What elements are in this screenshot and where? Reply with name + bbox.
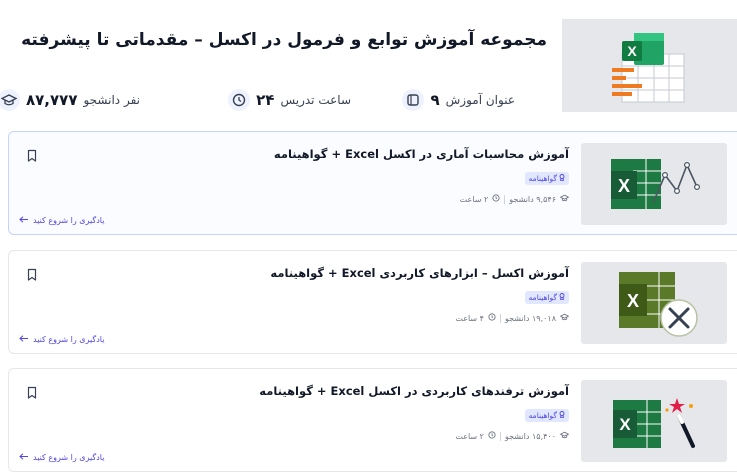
course-meta: ۹,۵۴۶ دانشجو ۲ ساعت xyxy=(459,194,570,204)
start-learning-link[interactable]: یادگیری را شروع کنید xyxy=(19,216,104,225)
course-duration: ۲ ساعت xyxy=(455,431,484,441)
course-card[interactable]: X آموزش محاسبات آماری در اکسل Excel + گو… xyxy=(8,131,737,235)
stat-value: ۸۷,۷۷۷ xyxy=(26,91,78,109)
excel-tools-icon: X xyxy=(619,272,698,337)
stat-hours: ۲۴ ساعت تدریس xyxy=(228,88,351,112)
certificate-badge: گواهینامه xyxy=(524,291,569,304)
clock-icon xyxy=(492,194,500,204)
stat-value: ۲۴ xyxy=(256,91,275,109)
clock-icon xyxy=(488,431,496,441)
clock-icon xyxy=(488,313,496,323)
collection-header: X مجموعه آموزش توابع و فرمول در اکسل – م… xyxy=(0,0,737,125)
certificate-badge: گواهینامه xyxy=(524,172,569,185)
student-count: ۱۵,۴۰۰ دانشجو xyxy=(504,431,556,441)
course-thumbnail: X xyxy=(581,380,727,462)
bookmark-icon[interactable] xyxy=(26,385,38,399)
start-learning-link[interactable]: یادگیری را شروع کنید xyxy=(19,453,104,462)
certificate-icon xyxy=(559,174,565,183)
stat-students: ۸۷,۷۷۷ نفر دانشجو xyxy=(0,88,140,112)
arrow-left-icon xyxy=(19,453,29,462)
course-title[interactable]: آموزش محاسبات آماری در اکسل Excel + گواه… xyxy=(274,147,569,161)
stat-label: ساعت تدریس xyxy=(280,93,351,107)
course-thumbnail: X xyxy=(581,143,727,225)
arrow-left-icon xyxy=(19,335,29,344)
student-count: ۱۹,۰۱۸ دانشجو xyxy=(504,313,556,323)
excel-chart-icon: X xyxy=(611,159,700,209)
student-count: ۹,۵۴۶ دانشجو xyxy=(509,194,556,204)
divider xyxy=(499,431,501,441)
certificate-icon xyxy=(559,293,565,302)
graduation-cap-icon xyxy=(559,313,570,323)
collection-stats: ۹ عنوان آموزش ۲۴ ساعت تدریس ۸۷,۷۷۷ نفر د… xyxy=(0,88,560,112)
excel-spreadsheet-icon: X xyxy=(612,33,685,103)
course-duration: ۲ ساعت xyxy=(459,194,489,204)
certificate-icon xyxy=(559,411,565,420)
course-title[interactable]: آموزش اکسل – ابزارهای کاربردی Excel + گو… xyxy=(270,266,569,280)
svg-text:X: X xyxy=(627,43,637,59)
graduation-cap-icon xyxy=(559,431,570,441)
svg-text:X: X xyxy=(618,176,630,196)
svg-text:X: X xyxy=(627,291,639,311)
start-learning-link[interactable]: یادگیری را شروع کنید xyxy=(19,335,104,344)
clock-icon xyxy=(228,89,251,111)
graduation-cap-icon xyxy=(0,89,20,111)
stat-value: ۹ xyxy=(430,91,440,109)
book-icon xyxy=(402,89,425,111)
arrow-left-icon xyxy=(19,216,29,225)
divider xyxy=(504,194,506,204)
collection-thumbnail: X xyxy=(562,19,737,112)
course-card[interactable]: X آموزش اکسل – ابزارهای کاربردی Excel + … xyxy=(8,250,737,354)
stat-label: نفر دانشجو xyxy=(83,93,140,107)
course-thumbnail: X xyxy=(581,262,727,344)
page-title: مجموعه آموزش توابع و فرمول در اکسل – مقد… xyxy=(21,30,547,50)
stat-label: عنوان آموزش xyxy=(445,93,515,107)
bookmark-icon[interactable] xyxy=(26,267,38,281)
svg-text:X: X xyxy=(619,415,631,434)
course-meta: ۱۹,۰۱۸ دانشجو ۴ ساعت xyxy=(455,313,570,323)
course-card[interactable]: X آموزش ترفندهای کاربردی در اکسل Excel +… xyxy=(8,368,737,472)
stat-courses: ۹ عنوان آموزش xyxy=(402,88,515,112)
graduation-cap-icon xyxy=(559,194,570,204)
course-duration: ۴ ساعت xyxy=(455,313,484,323)
divider xyxy=(499,313,501,323)
course-meta: ۱۵,۴۰۰ دانشجو ۲ ساعت xyxy=(455,431,570,441)
course-title[interactable]: آموزش ترفندهای کاربردی در اکسل Excel + گ… xyxy=(259,384,569,398)
certificate-badge: گواهینامه xyxy=(524,409,569,422)
bookmark-icon[interactable] xyxy=(26,148,38,162)
excel-magic-icon: X xyxy=(613,398,695,448)
